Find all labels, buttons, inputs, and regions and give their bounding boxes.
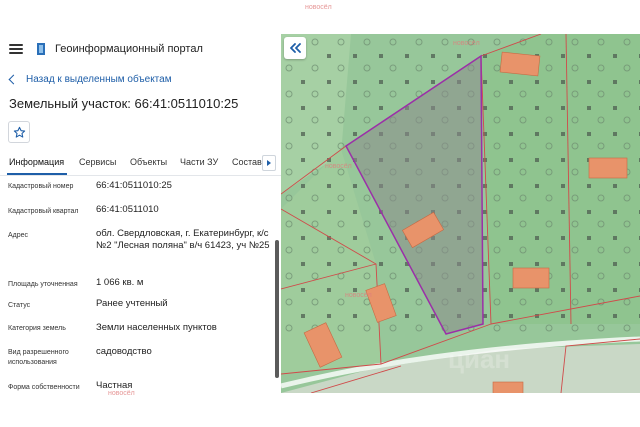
watermark-top: новосёл	[305, 4, 332, 11]
page-title: Земельный участок: 66:41:0511010:25	[9, 96, 239, 111]
prop-value-permitted-use: садоводство	[96, 346, 152, 357]
map-view[interactable]	[281, 34, 640, 393]
arrow-right-icon	[267, 160, 271, 166]
back-link-label: Назад к выделенным объектам	[26, 74, 172, 85]
building	[588, 157, 628, 179]
tab-parts[interactable]: Части ЗУ	[180, 157, 218, 167]
tabs-scroll-right-button[interactable]	[262, 155, 276, 171]
watermark-map: новосёл	[325, 163, 352, 170]
tab-composition[interactable]: Состав	[232, 157, 262, 167]
menu-icon[interactable]	[9, 44, 23, 54]
watermark-large: циан	[448, 344, 511, 374]
prop-value-area: 1 066 кв. м	[96, 277, 144, 288]
building	[499, 51, 541, 77]
prop-label-land-category: Категория земель	[8, 325, 66, 332]
cadastral-map[interactable]	[281, 34, 640, 393]
tab-bar: Информация Сервисы Объекты Части ЗУ Сост…	[0, 153, 281, 176]
tab-objects[interactable]: Объекты	[130, 157, 167, 167]
active-tab-indicator	[7, 173, 67, 175]
tab-services[interactable]: Сервисы	[79, 157, 116, 167]
watermark-bottom: новосёл	[108, 390, 135, 397]
header-bar: Геоинформационный портал	[0, 34, 281, 64]
star-icon	[13, 126, 25, 138]
watermark-map: новосёл	[345, 292, 372, 299]
building	[512, 267, 550, 289]
prop-value-cadastral-quarter: 66:41:0511010	[96, 204, 159, 215]
prop-value-cadastral-number: 66:41:0511010:25	[96, 180, 172, 191]
prop-label-cadastral-quarter: Кадастровый квартал	[8, 208, 79, 215]
watermark-map: новосёл	[453, 40, 480, 47]
portal-logo-icon	[37, 43, 45, 55]
tab-info[interactable]: Информация	[9, 157, 64, 167]
prop-value-status: Ранее учтенный	[96, 298, 168, 309]
prop-label-cadastral-number: Кадастровый номер	[8, 183, 74, 190]
back-to-selected-link[interactable]: Назад к выделенным объектам	[8, 74, 172, 85]
scrollbar-thumb[interactable]	[275, 240, 279, 378]
prop-label-status: Статус	[8, 302, 31, 309]
prop-label-permitted-use: Вид разрешенного использования	[8, 349, 69, 366]
portal-title: Геоинформационный портал	[55, 43, 203, 55]
prop-label-ownership: Форма собственности	[8, 384, 80, 391]
favorite-button[interactable]	[8, 121, 30, 143]
prop-label-address: Адрес	[8, 232, 29, 239]
info-panel: Геоинформационный портал Назад к выделен…	[0, 0, 281, 396]
building	[492, 381, 524, 393]
prop-label-area: Площадь уточненная	[8, 281, 78, 288]
chevron-left-icon	[8, 74, 19, 85]
collapse-panel-button[interactable]	[284, 37, 306, 59]
prop-value-address: обл. Свердловская, г. Екатеринбург, к/с …	[96, 228, 270, 251]
prop-value-land-category: Земли населенных пунктов	[96, 322, 217, 333]
double-chevron-left-icon	[290, 43, 301, 53]
